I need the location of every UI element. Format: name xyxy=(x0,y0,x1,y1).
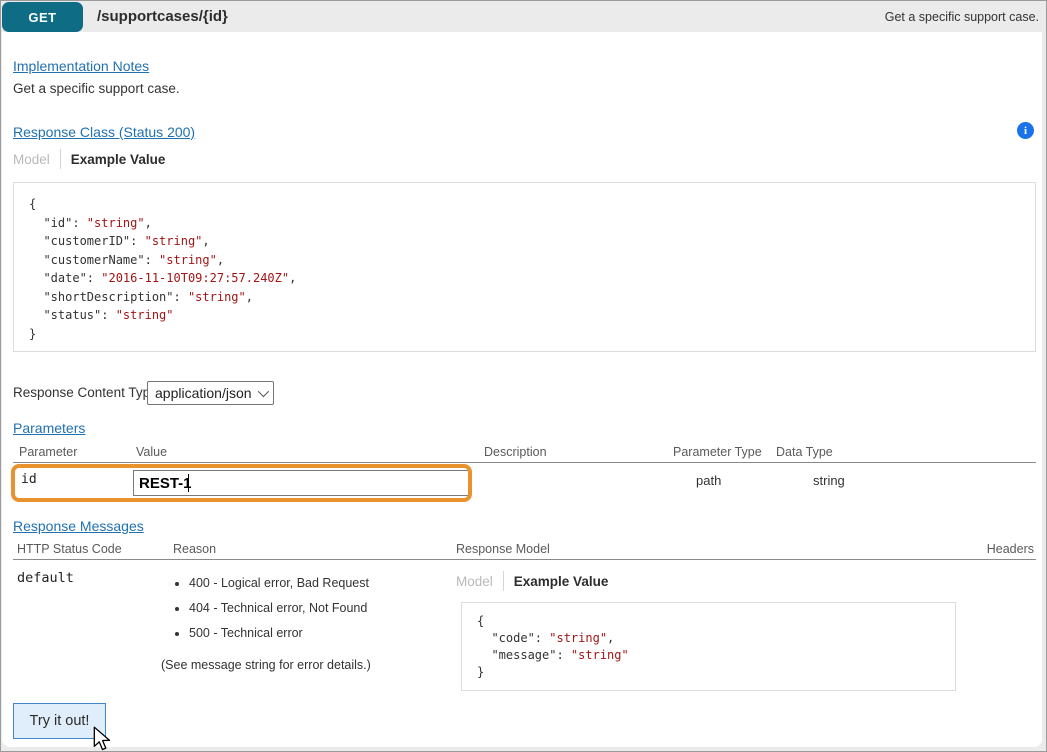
info-icon[interactable]: i xyxy=(1017,122,1034,139)
col-reason: Reason xyxy=(173,542,216,556)
implementation-notes-text: Get a specific support case. xyxy=(13,81,180,96)
error-example-json: { "code": "string", "message": "string"} xyxy=(461,602,956,691)
col-data-type: Data Type xyxy=(776,445,833,459)
parameters-link[interactable]: Parameters xyxy=(13,420,85,436)
rm-header-rule xyxy=(13,559,1036,560)
response-class-link[interactable]: Response Class (Status 200) xyxy=(13,124,195,140)
tab-separator xyxy=(503,571,504,591)
col-response-model: Response Model xyxy=(456,542,550,556)
col-http-status-code: HTTP Status Code xyxy=(17,542,122,556)
tab-model[interactable]: Model xyxy=(456,574,493,589)
param-datatype-cell: string xyxy=(813,473,845,488)
col-parameter-type: Parameter Type xyxy=(673,445,762,459)
try-it-out-button[interactable]: Try it out! xyxy=(13,703,106,739)
reason-item: 500 - Technical error xyxy=(189,625,369,641)
param-header-rule xyxy=(13,462,1036,463)
operation-header-bar[interactable]: GET /supportcases/{id} Get a specific su… xyxy=(2,2,1047,32)
param-name: id xyxy=(21,472,37,487)
reason-list: 400 - Logical error, Bad Request 404 - Te… xyxy=(171,575,369,650)
chevron-down-icon xyxy=(258,386,269,397)
response-content-type-select[interactable]: application/json xyxy=(147,381,274,405)
response-class-tabs: Model Example Value xyxy=(13,149,165,169)
response-messages-link[interactable]: Response Messages xyxy=(13,518,144,534)
tab-example-value[interactable]: Example Value xyxy=(514,574,609,589)
endpoint-path[interactable]: /supportcases/{id} xyxy=(97,2,228,32)
swagger-operation-panel: GET /supportcases/{id} Get a specific su… xyxy=(0,0,1047,752)
response-content-type-value: application/json xyxy=(155,385,258,401)
text-caret xyxy=(188,474,189,492)
response-example-json: { "id": "string", "customerID": "string"… xyxy=(13,182,1036,352)
param-type-cell: path xyxy=(696,473,721,488)
col-parameter: Parameter xyxy=(19,445,77,459)
implementation-notes-link[interactable]: Implementation Notes xyxy=(13,58,149,74)
reason-item: 400 - Logical error, Bad Request xyxy=(189,575,369,591)
param-value-input[interactable] xyxy=(133,470,469,496)
tab-model[interactable]: Model xyxy=(13,152,50,167)
endpoint-summary: Get a specific support case. xyxy=(885,2,1039,32)
tab-example-value[interactable]: Example Value xyxy=(71,152,166,167)
reason-item: 404 - Technical error, Not Found xyxy=(189,600,369,616)
status-code-cell: default xyxy=(17,570,74,586)
response-content-type-label: Response Content Type xyxy=(13,385,158,400)
tab-separator xyxy=(60,149,61,169)
response-model-tabs: Model Example Value xyxy=(456,571,608,591)
reason-note: (See message string for error details.) xyxy=(161,658,371,672)
col-value: Value xyxy=(136,445,167,459)
http-method-badge[interactable]: GET xyxy=(2,2,83,32)
col-description: Description xyxy=(484,445,547,459)
col-headers: Headers xyxy=(987,542,1034,556)
